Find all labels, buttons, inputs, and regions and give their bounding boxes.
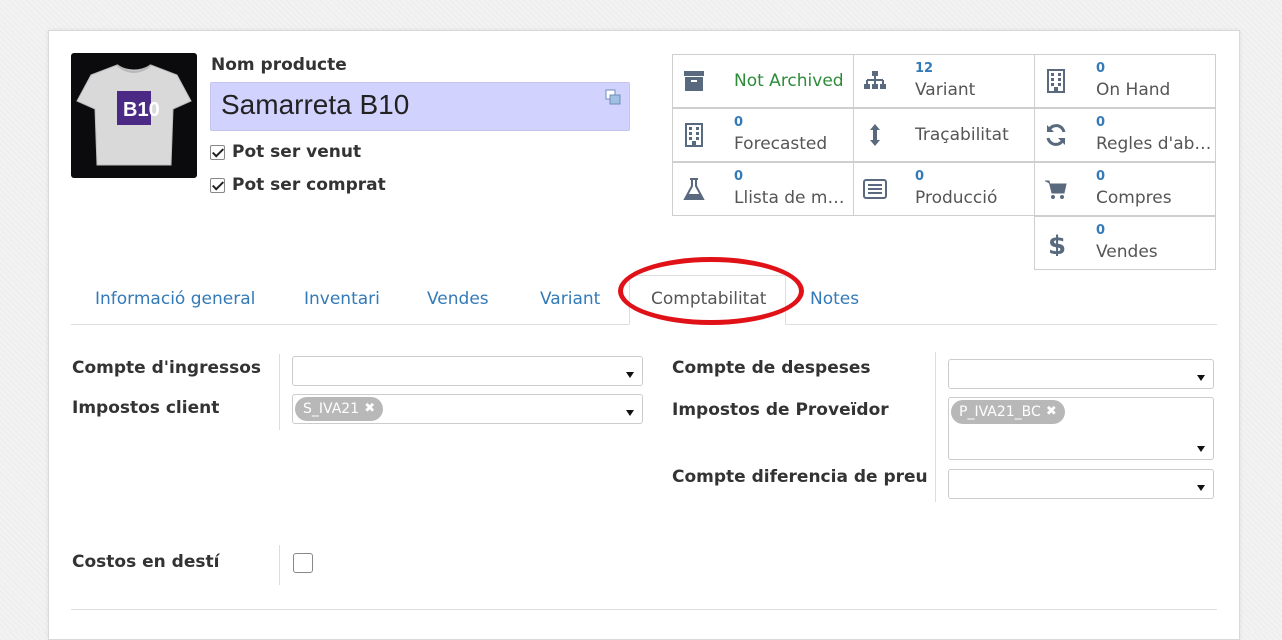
on-hand-label: On Hand bbox=[1096, 80, 1171, 100]
reorder-rules-button[interactable]: 0 Regles d'aba... bbox=[1034, 108, 1216, 162]
chevron-down-icon bbox=[626, 372, 634, 378]
can-be-purchased-label: Pot ser comprat bbox=[232, 175, 386, 195]
price-difference-account-select[interactable] bbox=[948, 469, 1214, 499]
svg-text:$: $ bbox=[1048, 231, 1066, 256]
column-separator bbox=[935, 352, 936, 502]
forecasted-count: 0 bbox=[734, 115, 744, 130]
dollar-icon: $ bbox=[1048, 231, 1066, 256]
landed-costs-checkbox[interactable] bbox=[293, 553, 313, 573]
column-separator bbox=[279, 354, 280, 430]
product-name-field[interactable]: Samarreta B10 bbox=[210, 82, 630, 131]
checkbox-checked-icon bbox=[210, 144, 225, 160]
remove-tag-icon[interactable]: ✖ bbox=[364, 397, 375, 421]
chevron-down-icon bbox=[1197, 485, 1205, 491]
chevron-down-icon bbox=[1197, 446, 1205, 452]
archived-button[interactable]: Not Archived bbox=[672, 54, 854, 108]
bom-count: 0 bbox=[734, 169, 744, 184]
column-separator bbox=[279, 545, 280, 585]
tab-notes[interactable]: Notes bbox=[810, 289, 859, 309]
production-count: 0 bbox=[915, 169, 925, 184]
product-image[interactable]: B10 bbox=[71, 53, 197, 178]
vendor-taxes-select[interactable]: P_IVA21_BC ✖ bbox=[948, 397, 1214, 460]
flask-icon bbox=[683, 178, 705, 200]
customer-taxes-select[interactable]: S_IVA21 ✖ bbox=[292, 394, 643, 424]
tax-tag-label: S_IVA21 bbox=[303, 401, 360, 417]
product-name-value: Samarreta B10 bbox=[221, 89, 410, 120]
building-icon bbox=[685, 123, 703, 147]
purchases-label: Compres bbox=[1096, 188, 1172, 208]
product-name-label: Nom producte bbox=[211, 55, 347, 75]
tax-tag-p-iva21-bc: P_IVA21_BC ✖ bbox=[951, 400, 1065, 424]
building-icon bbox=[1047, 69, 1065, 93]
production-button[interactable]: 0 Producció bbox=[853, 162, 1035, 216]
income-account-label: Compte d'ingressos bbox=[72, 358, 262, 378]
archived-label: Not Archived bbox=[734, 71, 844, 91]
sales-button[interactable]: $ 0 Vendes bbox=[1034, 216, 1216, 270]
form-sheet: B10 Nom producte Samarreta B10 Pot ser v… bbox=[48, 30, 1240, 640]
traceability-button[interactable]: Traçabilitat bbox=[853, 108, 1035, 162]
income-account-select[interactable] bbox=[292, 356, 643, 386]
section-divider bbox=[71, 609, 1217, 610]
tab-variant[interactable]: Variant bbox=[540, 289, 600, 309]
variant-button[interactable]: 12 Variant bbox=[853, 54, 1035, 108]
translate-icon[interactable] bbox=[605, 89, 621, 105]
arrows-v-icon bbox=[870, 124, 880, 146]
vendor-taxes-label: Impostos de Proveïdor bbox=[672, 400, 889, 420]
tab-accounting[interactable]: Comptabilitat bbox=[629, 275, 787, 325]
product-image-logo-text: B10 bbox=[123, 99, 160, 121]
tab-inventory[interactable]: Inventari bbox=[304, 289, 380, 309]
bom-button[interactable]: 0 Llista de mat... bbox=[672, 162, 854, 216]
archive-icon bbox=[684, 71, 704, 91]
tax-tag-s-iva21: S_IVA21 ✖ bbox=[295, 397, 384, 421]
bom-label: Llista de mat... bbox=[734, 188, 853, 208]
can-be-purchased-checkbox[interactable]: Pot ser comprat bbox=[210, 175, 386, 195]
forecasted-button[interactable]: 0 Forecasted bbox=[672, 108, 854, 162]
chevron-down-icon bbox=[1197, 375, 1205, 381]
can-be-sold-label: Pot ser venut bbox=[232, 142, 362, 162]
on-hand-button[interactable]: 0 On Hand bbox=[1034, 54, 1216, 108]
sales-count: 0 bbox=[1096, 223, 1106, 238]
traceability-label: Traçabilitat bbox=[915, 125, 1009, 145]
can-be-sold-checkbox[interactable]: Pot ser venut bbox=[210, 142, 361, 162]
landed-costs-label: Costos en destí bbox=[72, 552, 220, 572]
customer-taxes-label: Impostos client bbox=[72, 398, 220, 418]
shopping-cart-icon bbox=[1045, 180, 1067, 199]
checkbox-checked-icon bbox=[210, 177, 225, 193]
sitemap-icon bbox=[864, 71, 886, 89]
list-alt-icon bbox=[863, 179, 887, 199]
tab-general-information[interactable]: Informació general bbox=[95, 289, 255, 309]
tax-tag-label: P_IVA21_BC bbox=[959, 404, 1041, 420]
expense-account-select[interactable] bbox=[948, 359, 1214, 389]
reorder-rules-label: Regles d'aba... bbox=[1096, 134, 1215, 154]
refresh-icon bbox=[1046, 124, 1066, 146]
reorder-rules-count: 0 bbox=[1096, 115, 1106, 130]
production-label: Producció bbox=[915, 188, 998, 208]
purchases-button[interactable]: 0 Compres bbox=[1034, 162, 1216, 216]
price-difference-account-label: Compte diferencia de preu bbox=[672, 467, 928, 487]
variant-label: Variant bbox=[915, 80, 976, 100]
remove-tag-icon[interactable]: ✖ bbox=[1046, 400, 1057, 424]
variant-count: 12 bbox=[915, 61, 934, 76]
forecasted-label: Forecasted bbox=[734, 134, 828, 154]
sales-label: Vendes bbox=[1096, 242, 1158, 262]
purchases-count: 0 bbox=[1096, 169, 1106, 184]
chevron-down-icon bbox=[626, 410, 634, 416]
tab-sales[interactable]: Vendes bbox=[427, 289, 489, 309]
expense-account-label: Compte de despeses bbox=[672, 358, 871, 378]
on-hand-count: 0 bbox=[1096, 61, 1106, 76]
